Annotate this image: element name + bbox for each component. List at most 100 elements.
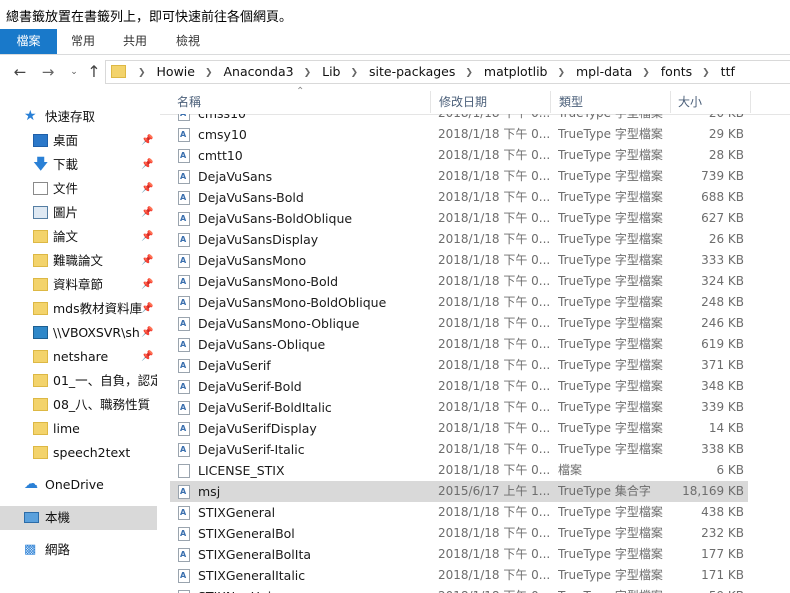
file-row[interactable]: DejaVuSansMono 2018/1/18 下午 0... TrueType … <box>170 250 748 271</box>
chevron-right-icon[interactable]: ❯ <box>205 68 213 78</box>
file-size: 14 KB <box>708 421 744 435</box>
message-bar: 總書籤放置在書籤列上，即可快速前往各個網頁。 <box>0 0 790 29</box>
file-name: STIXGeneral <box>198 505 276 520</box>
chevron-right-icon[interactable]: ❯ <box>350 68 358 78</box>
tab-home[interactable]: 常用 <box>57 29 109 54</box>
forward-arrow-icon[interactable]: → <box>38 63 58 81</box>
file-row[interactable]: STIXGeneral 2018/1/18 下午 0... TrueType 字型檔… <box>170 502 748 523</box>
chevron-down-icon[interactable]: ⌄ <box>64 63 84 81</box>
file-name: DejaVuSerif-Italic <box>198 442 305 457</box>
column-header-size[interactable]: 大小 <box>678 89 702 114</box>
file-row[interactable]: STIXGeneralBolIta 2018/1/18 下午 0... TrueTy… <box>170 544 748 565</box>
file-row[interactable]: STIXGeneralBol 2018/1/18 下午 0... TrueType … <box>170 523 748 544</box>
breadcrumb-item[interactable]: fonts <box>661 64 692 79</box>
file-row[interactable]: DejaVuSans-Oblique 2018/1/18 下午 0... TrueT… <box>170 334 748 355</box>
breadcrumb-item[interactable]: Anaconda3 <box>223 64 293 79</box>
breadcrumb-item[interactable]: mpl-data <box>576 64 632 79</box>
file-row[interactable]: STIXNonUni 2018/1/18 下午 0... TrueType 字型檔案… <box>170 586 748 593</box>
back-arrow-icon[interactable]: ← <box>10 63 30 81</box>
pin-icon[interactable]: 📌 <box>141 345 153 369</box>
sidebar-item-netshare[interactable]: netshare 📌 <box>0 345 157 369</box>
column-divider[interactable] <box>430 91 431 113</box>
file-date: 2018/1/18 下午 0... <box>438 190 550 204</box>
breadcrumb-item[interactable]: Howie <box>157 64 195 79</box>
sidebar-item-quick-access[interactable]: ★ 快速存取 <box>0 105 157 129</box>
file-row[interactable]: DejaVuSansMono-Bold 2018/1/18 下午 0... True… <box>170 271 748 292</box>
chevron-right-icon[interactable]: ❯ <box>642 68 650 78</box>
file-size: 333 KB <box>701 253 744 267</box>
sidebar-item-this-pc[interactable]: 本機 <box>0 506 157 530</box>
sidebar-item-folder[interactable]: 01_一、自負，認定 <box>0 369 157 393</box>
breadcrumb-item[interactable]: ttf <box>721 64 735 79</box>
sidebar-item-folder[interactable]: 論文 📌 <box>0 225 157 249</box>
pin-icon[interactable]: 📌 <box>141 225 153 249</box>
file-row[interactable]: cmsy10 2018/1/18 下午 0... TrueType 字型檔案 29 K… <box>170 124 748 145</box>
font-file-icon <box>178 569 190 583</box>
sidebar-item-folder[interactable]: speech2text <box>0 441 157 465</box>
file-size: 6 KB <box>716 463 744 477</box>
file-row[interactable]: cmtt10 2018/1/18 下午 0... TrueType 字型檔案 28 K… <box>170 145 748 166</box>
tab-file[interactable]: 檔案 <box>0 29 57 54</box>
file-row[interactable]: DejaVuSansMono-Oblique 2018/1/18 下午 0... T… <box>170 313 748 334</box>
file-name: cmss10 <box>198 114 246 124</box>
file-row[interactable]: DejaVuSerif 2018/1/18 下午 0... TrueType 字型檔… <box>170 355 748 376</box>
sidebar-item-folder[interactable]: 資料章節 📌 <box>0 273 157 297</box>
tab-view[interactable]: 檢視 <box>161 29 215 54</box>
file-row[interactable]: LICENSE_STIX 2018/1/18 下午 0... 檔案 6 KB <box>170 460 748 481</box>
sidebar-item-folder[interactable]: mds教材資料庫 📌 <box>0 297 157 321</box>
sidebar-item-network-drive[interactable]: \\VBOXSVR\sha 📌 <box>0 321 157 345</box>
pin-icon[interactable]: 📌 <box>141 129 153 153</box>
breadcrumb-item[interactable]: Lib <box>322 64 340 79</box>
column-header-type[interactable]: 類型 <box>559 89 583 114</box>
column-divider[interactable] <box>550 91 551 113</box>
file-row[interactable]: DejaVuSerif-BoldItalic 2018/1/18 下午 0... T… <box>170 397 748 418</box>
pin-icon[interactable]: 📌 <box>141 249 153 273</box>
pin-icon[interactable]: 📌 <box>141 321 153 345</box>
file-row[interactable]: DejaVuSansDisplay 2018/1/18 下午 0... TrueTy… <box>170 229 748 250</box>
file-name: STIXGeneralBol <box>198 526 295 541</box>
sidebar-item-documents[interactable]: 文件 📌 <box>0 177 157 201</box>
file-row[interactable]: msj 2015/6/17 上午 1... TrueType 集合字 18,169 K… <box>170 481 748 502</box>
file-row[interactable]: DejaVuSerif-Italic 2018/1/18 下午 0... TrueT… <box>170 439 748 460</box>
chevron-right-icon[interactable]: ❯ <box>465 68 473 78</box>
pin-icon[interactable]: 📌 <box>141 177 153 201</box>
sidebar-item-folder[interactable]: 08_八、職務性質 <box>0 393 157 417</box>
download-icon: 🡇 <box>33 155 49 173</box>
chevron-right-icon[interactable]: ❯ <box>557 68 565 78</box>
file-row[interactable]: DejaVuSans-BoldOblique 2018/1/18 下午 0... T… <box>170 208 748 229</box>
file-row[interactable]: DejaVuSans 2018/1/18 下午 0... TrueType 字型檔案… <box>170 166 748 187</box>
file-row[interactable]: DejaVuSans-Bold 2018/1/18 下午 0... TrueType… <box>170 187 748 208</box>
chevron-right-icon[interactable]: ❯ <box>138 68 146 78</box>
sidebar-item-folder[interactable]: lime <box>0 417 157 441</box>
sidebar-item-downloads[interactable]: 🡇 下載 📌 <box>0 153 157 177</box>
font-file-icon <box>178 149 190 163</box>
column-header-name[interactable]: 名稱 <box>177 89 201 114</box>
file-size: 171 KB <box>701 568 744 582</box>
pin-icon[interactable]: 📌 <box>141 153 153 177</box>
address-bar[interactable]: ❯ Howie ❯ Anaconda3 ❯ Lib ❯ site-package… <box>105 60 790 84</box>
file-row[interactable]: DejaVuSerif-Bold 2018/1/18 下午 0... TrueTyp… <box>170 376 748 397</box>
column-divider[interactable] <box>670 91 671 113</box>
file-row[interactable]: DejaVuSansMono-BoldOblique 2018/1/18 下午 0… <box>170 292 748 313</box>
sidebar-item-onedrive[interactable]: ☁ OneDrive <box>0 473 157 497</box>
sidebar-item-network[interactable]: ▩ 網路 <box>0 538 157 562</box>
pin-icon[interactable]: 📌 <box>141 297 153 321</box>
chevron-right-icon[interactable]: ❯ <box>702 68 710 78</box>
column-divider[interactable] <box>750 91 751 113</box>
file-row[interactable]: cmss10 2018/1/18 下午 0... TrueType 字型檔案20 K… <box>170 114 748 124</box>
sidebar-item-folder[interactable]: 難職論文 📌 <box>0 249 157 273</box>
sidebar-item-pictures[interactable]: 圖片 📌 <box>0 201 157 225</box>
file-name: DejaVuSerif-BoldItalic <box>198 400 332 415</box>
sidebar-item-desktop[interactable]: 桌面 📌 <box>0 129 157 153</box>
tab-share[interactable]: 共用 <box>109 29 161 54</box>
pin-icon[interactable]: 📌 <box>141 273 153 297</box>
file-name: DejaVuSans-Bold <box>198 190 304 205</box>
breadcrumb-item[interactable]: matplotlib <box>484 64 548 79</box>
file-row[interactable]: STIXGeneralItalic 2018/1/18 下午 0... TrueTy… <box>170 565 748 586</box>
column-header-date[interactable]: 修改日期 <box>439 89 487 114</box>
up-arrow-icon[interactable]: ↑ <box>84 63 104 81</box>
breadcrumb-item[interactable]: site-packages <box>369 64 455 79</box>
pin-icon[interactable]: 📌 <box>141 201 153 225</box>
chevron-right-icon[interactable]: ❯ <box>304 68 312 78</box>
file-row[interactable]: DejaVuSerifDisplay 2018/1/18 下午 0... TrueT… <box>170 418 748 439</box>
